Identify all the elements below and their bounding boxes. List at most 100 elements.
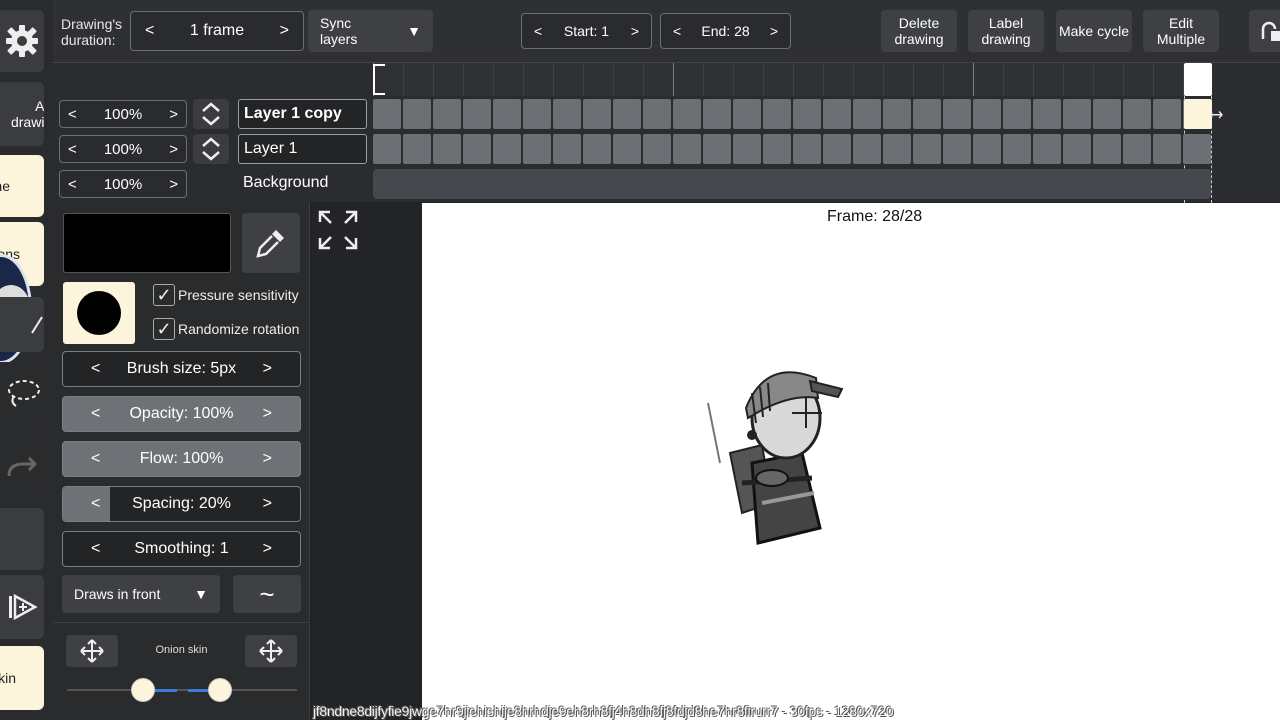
frame-cell[interactable] xyxy=(853,134,881,164)
frame-cell[interactable] xyxy=(643,99,671,129)
zoom-decrease[interactable]: < xyxy=(68,141,77,158)
frame-cell[interactable] xyxy=(763,134,791,164)
end-increase[interactable]: > xyxy=(770,23,778,39)
frame-cell[interactable] xyxy=(1063,99,1091,129)
layer-1-copy-reorder[interactable] xyxy=(193,99,229,129)
frame-cell[interactable] xyxy=(493,99,521,129)
frame-cell[interactable] xyxy=(1033,134,1061,164)
frame-cell[interactable] xyxy=(463,99,491,129)
frame-cell[interactable] xyxy=(1003,99,1031,129)
frame-cell[interactable] xyxy=(583,134,611,164)
start-stepper[interactable]: < Start: 1 > xyxy=(521,13,652,49)
frame-cell[interactable] xyxy=(403,99,431,129)
delete-drawing-button[interactable]: Delete drawing xyxy=(881,10,957,52)
layer-1-reorder[interactable] xyxy=(193,134,229,164)
duration-increase[interactable]: > xyxy=(280,22,289,40)
onion-move-left-button[interactable] xyxy=(66,635,118,667)
start-increase[interactable]: > xyxy=(631,23,639,39)
layer-name-layer-1[interactable]: Layer 1 xyxy=(238,134,367,164)
flow-decrease[interactable]: < xyxy=(91,450,100,468)
frame-cell[interactable] xyxy=(733,99,761,129)
frame-cell[interactable] xyxy=(943,134,971,164)
duration-decrease[interactable]: < xyxy=(145,22,154,40)
frame-cell[interactable] xyxy=(973,134,1001,164)
pressure-sensitivity-checkbox[interactable]: ✓ Pressure sensitivity xyxy=(153,282,299,308)
end-decrease[interactable]: < xyxy=(673,23,681,39)
start-decrease[interactable]: < xyxy=(534,23,542,39)
rotate-button[interactable] xyxy=(1249,10,1280,52)
layer-1-copy-frames[interactable] xyxy=(373,99,1211,129)
frame-cell[interactable] xyxy=(1093,99,1121,129)
frame-cell[interactable] xyxy=(403,134,431,164)
frame-cell[interactable] xyxy=(883,134,911,164)
lasso-tool-button[interactable] xyxy=(0,362,44,424)
zoom-increase[interactable]: > xyxy=(169,176,178,193)
brush-size-increase[interactable]: > xyxy=(263,360,272,378)
frame-cell[interactable] xyxy=(373,134,401,164)
frame-cell[interactable] xyxy=(943,99,971,129)
frame-cell[interactable] xyxy=(883,99,911,129)
brush-size-decrease[interactable]: < xyxy=(91,360,100,378)
redo-button[interactable] xyxy=(0,440,44,495)
frame-cell[interactable] xyxy=(553,134,581,164)
frame-cell[interactable] xyxy=(703,134,731,164)
frame-cell[interactable] xyxy=(703,99,731,129)
onion-move-right-button[interactable] xyxy=(245,635,297,667)
zoom-increase[interactable]: > xyxy=(169,141,178,158)
frame-cell[interactable] xyxy=(1123,134,1151,164)
frame-cell[interactable] xyxy=(733,134,761,164)
transform-tool-button[interactable] xyxy=(0,297,44,352)
frame-cell[interactable] xyxy=(793,99,821,129)
draw-mode-dropdown[interactable]: Draws in front ▼ xyxy=(62,575,220,613)
flow-increase[interactable]: > xyxy=(263,450,272,468)
frame-cell[interactable] xyxy=(913,134,941,164)
smoothing-increase[interactable]: > xyxy=(263,540,272,558)
frame-cell[interactable] xyxy=(523,134,551,164)
spacing-increase[interactable]: > xyxy=(263,495,272,513)
frame-cell[interactable] xyxy=(523,99,551,129)
color-swatch[interactable] xyxy=(63,213,231,273)
frame-cell[interactable] xyxy=(823,99,851,129)
edit-multiple-button[interactable]: Edit Multiple xyxy=(1143,10,1219,52)
frame-cell[interactable] xyxy=(493,134,521,164)
frame-cell[interactable] xyxy=(973,99,1001,129)
frame-cell[interactable] xyxy=(463,134,491,164)
playhead[interactable] xyxy=(1184,63,1212,96)
eyedropper-button[interactable] xyxy=(242,213,300,273)
stroke-style-button[interactable]: ~ xyxy=(233,575,301,613)
frame-cell[interactable] xyxy=(1003,134,1031,164)
label-drawing-button[interactable]: Label drawing xyxy=(968,10,1044,52)
background-zoom[interactable]: < 100% > xyxy=(59,170,187,198)
frame-cell[interactable] xyxy=(583,99,611,129)
spacing-decrease[interactable]: < xyxy=(91,495,100,513)
frame-cell[interactable] xyxy=(1093,134,1121,164)
layer-1-zoom[interactable]: < 100% > xyxy=(59,135,187,163)
frame-cell[interactable] xyxy=(853,99,881,129)
smoothing-decrease[interactable]: < xyxy=(91,540,100,558)
frame-cell[interactable] xyxy=(1063,134,1091,164)
sync-layers-dropdown[interactable]: Sync layers ▼ xyxy=(308,10,433,52)
zoom-decrease[interactable]: < xyxy=(68,106,77,123)
frame-cell[interactable] xyxy=(1033,99,1061,129)
duration-stepper[interactable]: < 1 frame > xyxy=(130,11,304,51)
layer-1-copy-zoom[interactable]: < 100% > xyxy=(59,100,187,128)
frame-cell[interactable] xyxy=(613,99,641,129)
layer-name-background[interactable]: Background xyxy=(238,169,367,199)
frame-cell[interactable] xyxy=(643,134,671,164)
frame-cell[interactable] xyxy=(1153,134,1181,164)
frame-cell[interactable] xyxy=(1183,134,1211,164)
onion-after-knob[interactable] xyxy=(208,678,232,702)
frame-cell[interactable] xyxy=(613,134,641,164)
add-drawing-button[interactable]: Add drawing xyxy=(0,82,44,146)
smoothing-slider[interactable]: < Smoothing: 1 > xyxy=(62,531,301,567)
end-stepper[interactable]: < End: 28 > xyxy=(660,13,791,49)
start-marker[interactable] xyxy=(373,64,385,95)
spacing-slider[interactable]: < Spacing: 20% > xyxy=(62,486,301,522)
frame-cell[interactable] xyxy=(1123,99,1151,129)
frame-cell[interactable] xyxy=(1153,99,1181,129)
settings-button[interactable] xyxy=(0,10,44,72)
frame-cell[interactable] xyxy=(763,99,791,129)
fullscreen-button[interactable] xyxy=(316,208,360,252)
layer-1-frames[interactable] xyxy=(373,134,1211,164)
frame-cell[interactable] xyxy=(673,134,701,164)
